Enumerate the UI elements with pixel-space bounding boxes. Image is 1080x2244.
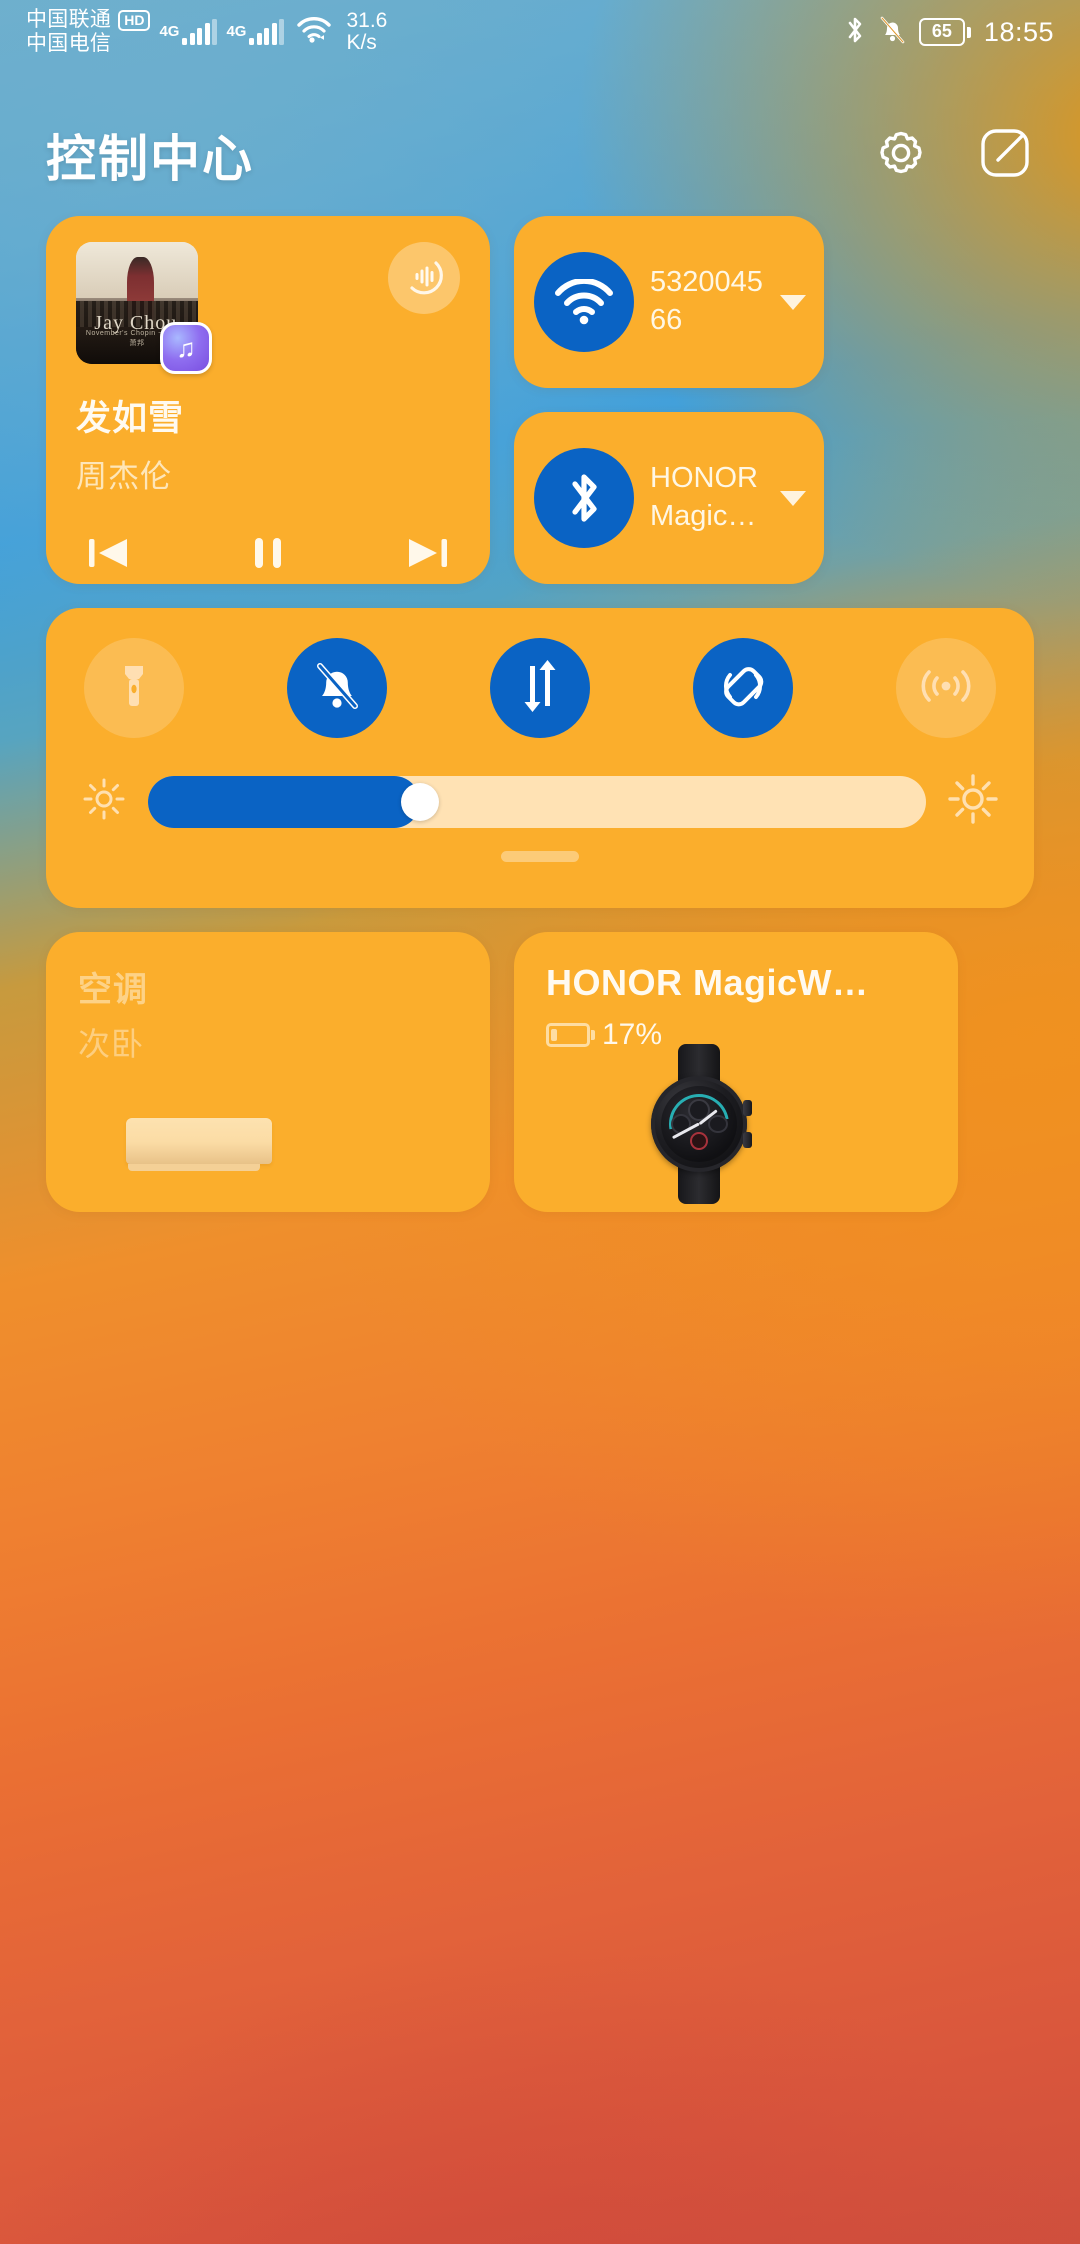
- bell-muted-icon: [879, 15, 906, 50]
- track-artist: 周杰伦: [76, 459, 172, 494]
- status-bar-right: 65 18:55: [844, 15, 1054, 50]
- top-row: Jay Chou November's Chopin 十一月的萧邦 ♫ 发如雪 …: [46, 216, 1034, 584]
- carrier-secondary-label: 中国电信: [26, 32, 112, 55]
- wifi-card[interactable]: 532004566: [514, 216, 824, 388]
- edit-button[interactable]: [976, 126, 1034, 184]
- chevron-down-icon[interactable]: [780, 490, 806, 506]
- bluetooth-device-label: HONOR Magic…: [650, 462, 758, 532]
- bluetooth-icon[interactable]: [534, 448, 634, 548]
- media-top: Jay Chou November's Chopin 十一月的萧邦 ♫: [76, 242, 460, 374]
- album-art-wrap: Jay Chou November's Chopin 十一月的萧邦 ♫: [76, 242, 212, 374]
- previous-track-button[interactable]: [82, 526, 136, 584]
- smartwatch-card[interactable]: HONOR MagicW… 17%: [514, 932, 958, 1212]
- network-gen-label-1: 4G: [159, 23, 180, 40]
- battery-icon: 65: [918, 18, 971, 46]
- signal-group-2: 4G: [226, 19, 285, 45]
- brightness-slider-fill: [148, 775, 421, 828]
- network-speed-unit: K/s: [346, 31, 377, 54]
- bluetooth-card[interactable]: HONOR Magic…: [514, 412, 824, 584]
- network-gen-label-2: 4G: [226, 23, 247, 40]
- network-speed: 31.6 K/s: [346, 8, 388, 54]
- signal-bars-icon-2: [249, 19, 285, 45]
- audio-output-button[interactable]: [388, 242, 460, 314]
- toggle-auto-rotate[interactable]: [693, 638, 793, 738]
- brightness-low-icon: [82, 777, 126, 826]
- battery-tip: [966, 26, 971, 38]
- air-conditioner-image: [126, 1118, 272, 1171]
- control-center-panel: Jay Chou November's Chopin 十一月的萧邦 ♫ 发如雪 …: [0, 194, 1080, 1212]
- wifi-icon: [297, 16, 332, 48]
- watch-title: HONOR MagicW…: [546, 962, 869, 1003]
- toggle-hotspot[interactable]: [896, 638, 996, 738]
- gear-icon: [874, 126, 928, 185]
- wifi-ssid-label: 532004566: [650, 266, 763, 336]
- battery-icon: [546, 1023, 590, 1047]
- brightness-slider-knob[interactable]: [401, 782, 440, 821]
- settings-button[interactable]: [872, 126, 930, 184]
- toggle-mobile-data[interactable]: [490, 638, 590, 738]
- chevron-down-icon[interactable]: [780, 294, 806, 310]
- ac-room-label: 次卧: [78, 1026, 145, 1062]
- media-controls: [76, 526, 460, 584]
- devices-row: 空调 次卧 HONOR MagicW… 17%: [46, 932, 1034, 1212]
- signal-group-1: 4G: [159, 19, 218, 45]
- track-title: 发如雪: [76, 399, 185, 438]
- air-conditioner-card[interactable]: 空调 次卧: [46, 932, 490, 1212]
- edit-icon: [978, 126, 1032, 185]
- next-track-button[interactable]: [400, 526, 454, 584]
- status-bar-clock: 18:55: [983, 16, 1054, 47]
- screen-rotate-lock-icon: [716, 659, 770, 718]
- header-actions: [872, 126, 1034, 184]
- connectivity-column: 532004566 HONOR Magic…: [514, 216, 824, 584]
- status-bar: 中国联通 HD 中国电信 4G 4G 31.6 K/s 65 18:55: [0, 0, 1080, 64]
- control-center-header: 控制中心: [0, 64, 1080, 194]
- carrier-labels: 中国联通 HD 中国电信: [26, 8, 151, 55]
- smartwatch-image: [644, 1044, 754, 1204]
- toggle-silent-mode[interactable]: [287, 638, 387, 738]
- wifi-icon[interactable]: [534, 252, 634, 352]
- brightness-row: [76, 774, 1004, 829]
- signal-bars-icon-1: [182, 19, 218, 45]
- ac-title: 空调: [78, 971, 148, 1009]
- battery-level-label: 65: [918, 18, 965, 46]
- carrier-primary-label: 中国联通: [26, 8, 112, 32]
- bell-muted-icon: [311, 658, 363, 719]
- audio-output-icon: [402, 254, 446, 303]
- flashlight-icon: [114, 660, 154, 717]
- brightness-slider[interactable]: [148, 775, 926, 828]
- bluetooth-icon: [844, 15, 866, 50]
- brightness-high-icon: [948, 774, 998, 829]
- network-speed-value: 31.6: [346, 8, 388, 32]
- toggle-flashlight[interactable]: [84, 638, 184, 738]
- panel-drag-handle[interactable]: [501, 851, 579, 862]
- hotspot-icon: [918, 662, 974, 715]
- media-player-card[interactable]: Jay Chou November's Chopin 十一月的萧邦 ♫ 发如雪 …: [46, 216, 490, 584]
- page-title: 控制中心: [46, 131, 254, 187]
- hd-badge: HD: [118, 9, 151, 31]
- mobile-data-icon: [517, 658, 563, 719]
- quick-toggles-card: [46, 608, 1034, 908]
- play-pause-button[interactable]: [241, 526, 295, 584]
- music-note-icon: ♫: [160, 322, 212, 374]
- quick-toggles-row: [76, 638, 1004, 738]
- status-bar-left: 中国联通 HD 中国电信 4G 4G 31.6 K/s: [26, 8, 844, 55]
